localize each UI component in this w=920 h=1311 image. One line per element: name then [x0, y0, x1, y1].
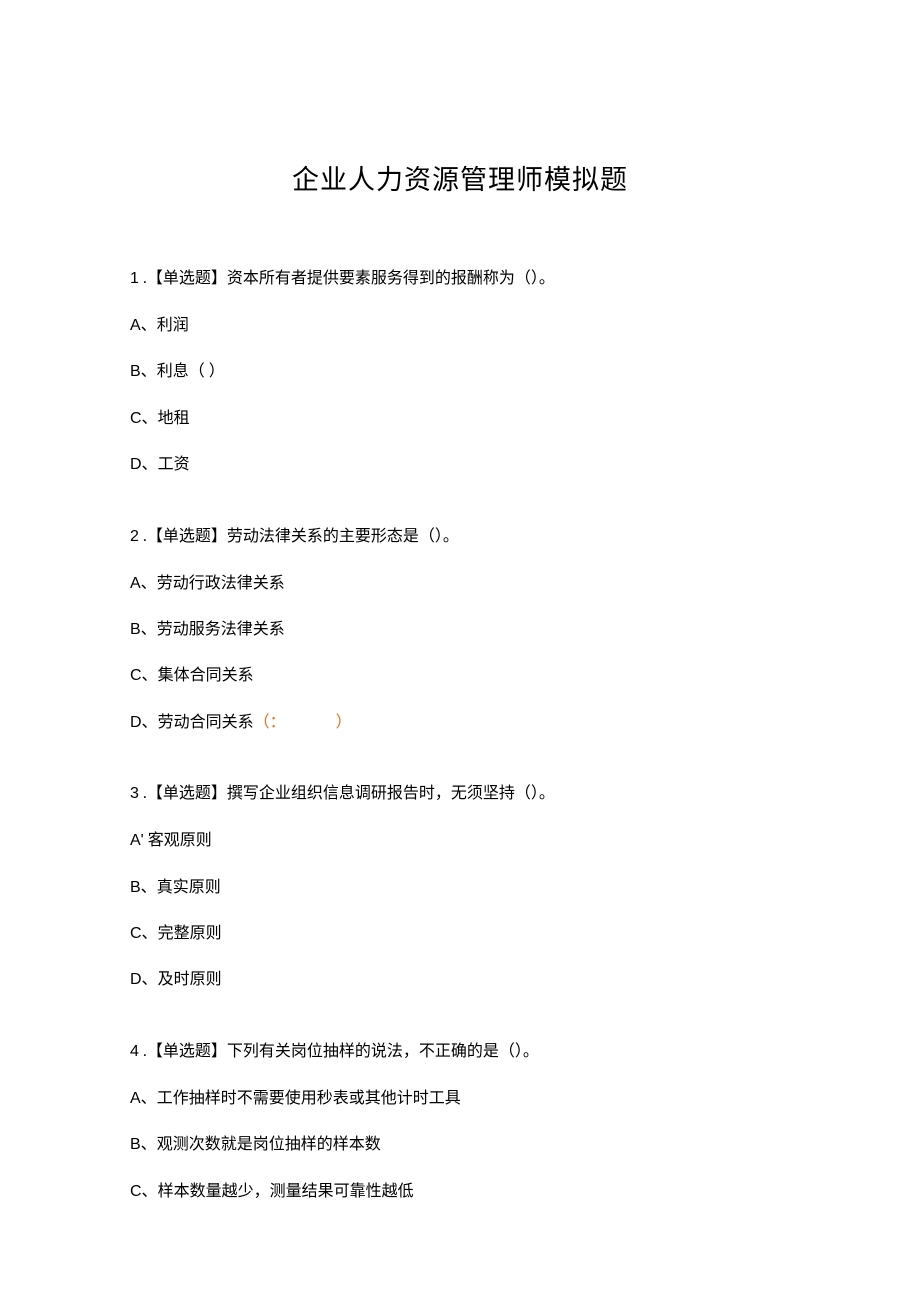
- option-b: B、利息（ ）: [130, 361, 790, 383]
- option-text: 工资: [158, 456, 190, 473]
- option-c: C、集体合同关系: [130, 665, 790, 687]
- question-number: 2: [130, 528, 139, 545]
- option-text: 完整原则: [158, 925, 222, 942]
- option-c: C、地租: [130, 408, 790, 430]
- question-number: 1: [130, 270, 139, 287]
- option-b: B、观测次数就是岗位抽样的样本数: [130, 1134, 790, 1156]
- option-letter: A、: [130, 317, 157, 334]
- question-3: 3 .【单选题】撰写企业组织信息调研报告时，无须坚持（）。 A' 客观原则 B、…: [130, 782, 790, 992]
- option-a: A' 客观原则: [130, 830, 790, 852]
- option-text: 利润: [157, 317, 189, 334]
- option-d: D、工资: [130, 454, 790, 476]
- option-text: 样本数量越少，测量结果可靠性越低: [158, 1183, 414, 1200]
- option-text: 真实原则: [157, 879, 221, 896]
- option-letter: B、: [130, 879, 157, 896]
- question-tag: 【单选题】: [147, 528, 227, 545]
- option-letter: B、: [130, 621, 157, 638]
- option-letter: A、: [130, 1090, 157, 1107]
- question-4: 4 .【单选题】下列有关岗位抽样的说法，不正确的是（）。 A、工作抽样时不需要使…: [130, 1040, 790, 1203]
- question-number: 3: [130, 785, 139, 802]
- option-text: 集体合同关系: [158, 667, 254, 684]
- option-letter: C、: [130, 667, 158, 684]
- option-letter: C、: [130, 925, 158, 942]
- option-a: A、利润: [130, 315, 790, 337]
- option-letter: C、: [130, 1183, 158, 1200]
- question-tag: 【单选题】: [147, 270, 227, 287]
- option-text: 客观原则: [144, 832, 212, 849]
- option-text: 利息: [157, 363, 189, 380]
- question-text: 4 .【单选题】下列有关岗位抽样的说法，不正确的是（）。: [130, 1040, 790, 1064]
- option-c: C、样本数量越少，测量结果可靠性越低: [130, 1181, 790, 1203]
- option-text: 劳动行政法律关系: [157, 575, 285, 592]
- option-text: 及时原则: [158, 971, 222, 988]
- option-text: 劳动合同关系: [158, 714, 254, 731]
- question-body: 下列有关岗位抽样的说法，不正确的是（）。: [227, 1043, 539, 1060]
- option-d: D、劳动合同关系（：）: [130, 712, 790, 734]
- question-body: 资本所有者提供要素服务得到的报酬称为（）。: [227, 270, 555, 287]
- option-d: D、及时原则: [130, 969, 790, 991]
- document-page: 企业人力资源管理师模拟题 1 .【单选题】资本所有者提供要素服务得到的报酬称为（…: [0, 0, 920, 1311]
- page-title: 企业人力资源管理师模拟题: [130, 158, 790, 197]
- question-tag: 【单选题】: [147, 785, 227, 802]
- option-letter: A': [130, 832, 144, 849]
- option-c: C、完整原则: [130, 923, 790, 945]
- option-a: A、工作抽样时不需要使用秒表或其他计时工具: [130, 1088, 790, 1110]
- option-letter: C、: [130, 410, 158, 427]
- question-tag: 【单选题】: [147, 1043, 227, 1060]
- option-text: 劳动服务法律关系: [157, 621, 285, 638]
- question-text: 1 .【单选题】资本所有者提供要素服务得到的报酬称为（）。: [130, 267, 790, 291]
- option-letter: A、: [130, 575, 157, 592]
- option-b: B、真实原则: [130, 877, 790, 899]
- option-letter: B、: [130, 1136, 157, 1153]
- question-1: 1 .【单选题】资本所有者提供要素服务得到的报酬称为（）。 A、利润 B、利息（…: [130, 267, 790, 477]
- answer-marker: （ ）: [189, 363, 225, 380]
- question-body: 撰写企业组织信息调研报告时，无须坚持（）。: [227, 785, 555, 802]
- question-text: 2 .【单选题】劳动法律关系的主要形态是（）。: [130, 525, 790, 549]
- question-body: 劳动法律关系的主要形态是（）。: [227, 528, 459, 545]
- answer-marker: （：）: [254, 714, 352, 731]
- option-text: 工作抽样时不需要使用秒表或其他计时工具: [157, 1090, 461, 1107]
- question-2: 2 .【单选题】劳动法律关系的主要形态是（）。 A、劳动行政法律关系 B、劳动服…: [130, 525, 790, 735]
- option-letter: B、: [130, 363, 157, 380]
- option-b: B、劳动服务法律关系: [130, 619, 790, 641]
- question-text: 3 .【单选题】撰写企业组织信息调研报告时，无须坚持（）。: [130, 782, 790, 806]
- option-letter: D、: [130, 714, 158, 731]
- question-number: 4: [130, 1043, 139, 1060]
- option-letter: D、: [130, 456, 158, 473]
- option-letter: D、: [130, 971, 158, 988]
- option-text: 观测次数就是岗位抽样的样本数: [157, 1136, 381, 1153]
- option-a: A、劳动行政法律关系: [130, 573, 790, 595]
- option-text: 地租: [158, 410, 190, 427]
